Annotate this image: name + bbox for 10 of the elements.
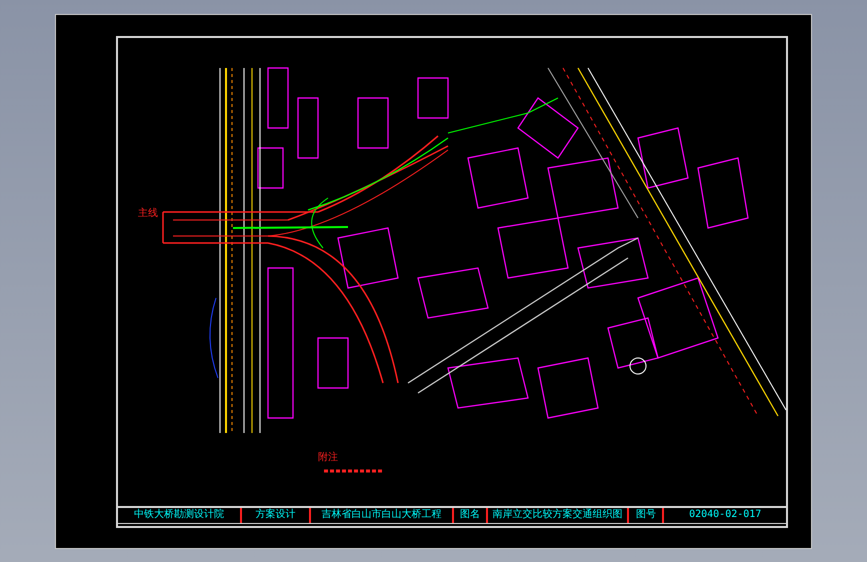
title-block-cell: 南岸立交比较方案交通组织图 xyxy=(488,508,630,523)
road-label: 主线 xyxy=(138,206,158,220)
title-block-cell: 方案设计 xyxy=(242,508,312,523)
title-block-cell: 图号 xyxy=(629,508,664,523)
title-block-cell: 中铁大桥勘测设计院 xyxy=(118,508,242,523)
note-heading: 附注 xyxy=(318,450,338,464)
note-line-drawing xyxy=(323,468,383,474)
title-block-cell: 图名 xyxy=(454,508,488,523)
title-block-cell-text: 02040-02-017 xyxy=(688,508,762,522)
title-block-cell: 吉林省白山市白山大桥工程 xyxy=(311,508,454,523)
